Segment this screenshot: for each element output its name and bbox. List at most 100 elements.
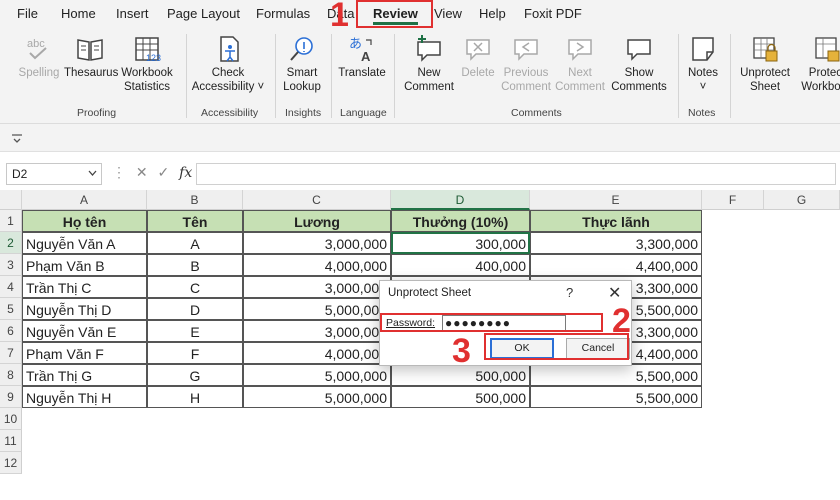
table-cell[interactable]: Nguyễn Văn A (22, 232, 147, 254)
table-cell[interactable]: Nguyễn Thị D (22, 298, 147, 320)
table-cell[interactable]: 5,000,000 (243, 364, 391, 386)
name-box[interactable]: D2 (6, 163, 102, 185)
cancel-formula-icon[interactable]: ✕ (136, 164, 148, 180)
new-comment-button[interactable]: New Comment (400, 34, 458, 94)
table-cell[interactable]: Nguyễn Thị H (22, 386, 147, 408)
row-header-3[interactable]: 3 (0, 254, 22, 276)
table-cell[interactable]: C (147, 276, 243, 298)
show-comments-label-1: Show (624, 67, 654, 79)
help-icon[interactable]: ? (566, 285, 573, 300)
row-header-1[interactable]: 1 (0, 210, 22, 232)
header-cell-ho-ten[interactable]: Họ tên (22, 210, 147, 232)
smart-lookup-button[interactable]: Smart Lookup (279, 34, 325, 94)
row-header-5[interactable]: 5 (0, 298, 22, 320)
table-cell[interactable]: 3,000,000 (243, 320, 391, 342)
row-header-6[interactable]: 6 (0, 320, 22, 342)
table-cell[interactable]: 400,000 (391, 254, 530, 276)
unprotect-sheet-button[interactable]: Unprotect Sheet (736, 34, 794, 94)
table-cell[interactable]: Phạm Văn F (22, 342, 147, 364)
tab-foxit-pdf[interactable]: Foxit PDF (524, 6, 582, 21)
table-cell[interactable]: 5,000,000 (243, 386, 391, 408)
column-header-b[interactable]: B (147, 190, 243, 210)
table-cell[interactable]: A (147, 232, 243, 254)
table-cell[interactable]: B (147, 254, 243, 276)
table-cell[interactable]: Phạm Văn B (22, 254, 147, 276)
header-cell-thuong[interactable]: Thưởng (10%) (391, 210, 530, 232)
header-cell-luong[interactable]: Lương (243, 210, 391, 232)
table-cell[interactable]: 3,300,000 (530, 232, 702, 254)
enter-formula-icon[interactable]: ✓ (158, 164, 170, 180)
table-cell[interactable]: 4,000,000 (243, 254, 391, 276)
tab-file[interactable]: File (17, 6, 38, 21)
table-cell[interactable]: H (147, 386, 243, 408)
table-cell[interactable]: F (147, 342, 243, 364)
column-header-d[interactable]: D (391, 190, 530, 210)
active-cell-d2[interactable]: 300,000 (391, 232, 530, 254)
previous-comment-label-2: Comment (501, 81, 551, 93)
notes-button[interactable]: Notes ˅ (682, 34, 724, 94)
protect-workbook-button[interactable]: Protect Workbook (796, 34, 840, 94)
tab-help[interactable]: Help (479, 6, 506, 21)
column-header-g[interactable]: G (764, 190, 840, 210)
protect-workbook-icon (815, 37, 840, 62)
notes-icon (692, 37, 714, 61)
table-cell[interactable]: E (147, 320, 243, 342)
check-accessibility-label-1: Check (211, 67, 245, 79)
column-header-c[interactable]: C (243, 190, 391, 210)
select-all-corner[interactable] (0, 190, 22, 210)
row-header-2[interactable]: 2 (0, 232, 22, 254)
previous-comment-button[interactable]: Previous Comment (500, 34, 552, 94)
thesaurus-button[interactable]: Thesaurus (64, 34, 118, 80)
workbook-statistics-icon: 123 (135, 37, 161, 63)
column-header-a[interactable]: A (22, 190, 147, 210)
show-comments-button[interactable]: Show Comments (608, 34, 670, 94)
annotation-number-3: 3 (452, 332, 471, 370)
table-cell[interactable]: 4,400,000 (530, 254, 702, 276)
table-cell[interactable]: D (147, 298, 243, 320)
tab-view[interactable]: View (434, 6, 462, 21)
table-cell[interactable]: 5,500,000 (530, 364, 702, 386)
tab-home[interactable]: Home (61, 6, 96, 21)
fx-insert-function-icon[interactable]: fx (179, 165, 192, 181)
check-accessibility-button[interactable]: Check Accessibility ˅ (190, 34, 266, 94)
customize-toolbar-icon[interactable] (10, 132, 24, 144)
tab-page-layout[interactable]: Page Layout (167, 6, 240, 21)
svg-text:A: A (361, 49, 371, 64)
table-cell[interactable]: G (147, 364, 243, 386)
row-header-11[interactable]: 11 (0, 430, 22, 452)
thesaurus-book-icon (77, 39, 103, 61)
annotation-number-1: 1 (330, 0, 349, 34)
row-header-8[interactable]: 8 (0, 364, 22, 386)
table-cell[interactable]: 4,000,000 (243, 342, 391, 364)
row-header-9[interactable]: 9 (0, 386, 22, 408)
row-header-10[interactable]: 10 (0, 408, 22, 430)
header-cell-ten[interactable]: Tên (147, 210, 243, 232)
row-header-4[interactable]: 4 (0, 276, 22, 298)
table-cell[interactable]: Trần Thị G (22, 364, 147, 386)
row-header-7[interactable]: 7 (0, 342, 22, 364)
column-header-f[interactable]: F (702, 190, 764, 210)
table-cell[interactable]: Trần Thị C (22, 276, 147, 298)
table-cell[interactable]: 3,000,000 (243, 276, 391, 298)
formula-input[interactable] (196, 163, 836, 185)
workbook-statistics-button[interactable]: 123 Workbook Statistics (118, 34, 176, 94)
quick-access-bar (0, 124, 840, 152)
translate-button[interactable]: あ A Translate (336, 34, 388, 80)
next-comment-button[interactable]: Next Comment (554, 34, 606, 94)
spelling-button[interactable]: abc Spelling (16, 34, 62, 80)
annotation-box-review-tab (356, 0, 433, 28)
column-header-e[interactable]: E (530, 190, 702, 210)
delete-comment-button[interactable]: Delete (458, 34, 498, 80)
translate-icon: あ A (349, 37, 372, 64)
table-cell[interactable]: 500,000 (391, 386, 530, 408)
table-cell[interactable]: 5,000,000 (243, 298, 391, 320)
close-icon[interactable]: ✕ (608, 283, 621, 303)
tab-formulas[interactable]: Formulas (256, 6, 310, 21)
table-cell[interactable]: 3,000,000 (243, 232, 391, 254)
table-cell[interactable]: 5,500,000 (530, 386, 702, 408)
row-header-12[interactable]: 12 (0, 452, 22, 474)
header-cell-thuc-lanh[interactable]: Thực lãnh (530, 210, 702, 232)
next-comment-label-1: Next (568, 67, 592, 79)
tab-insert[interactable]: Insert (116, 6, 149, 21)
table-cell[interactable]: Nguyễn Văn E (22, 320, 147, 342)
